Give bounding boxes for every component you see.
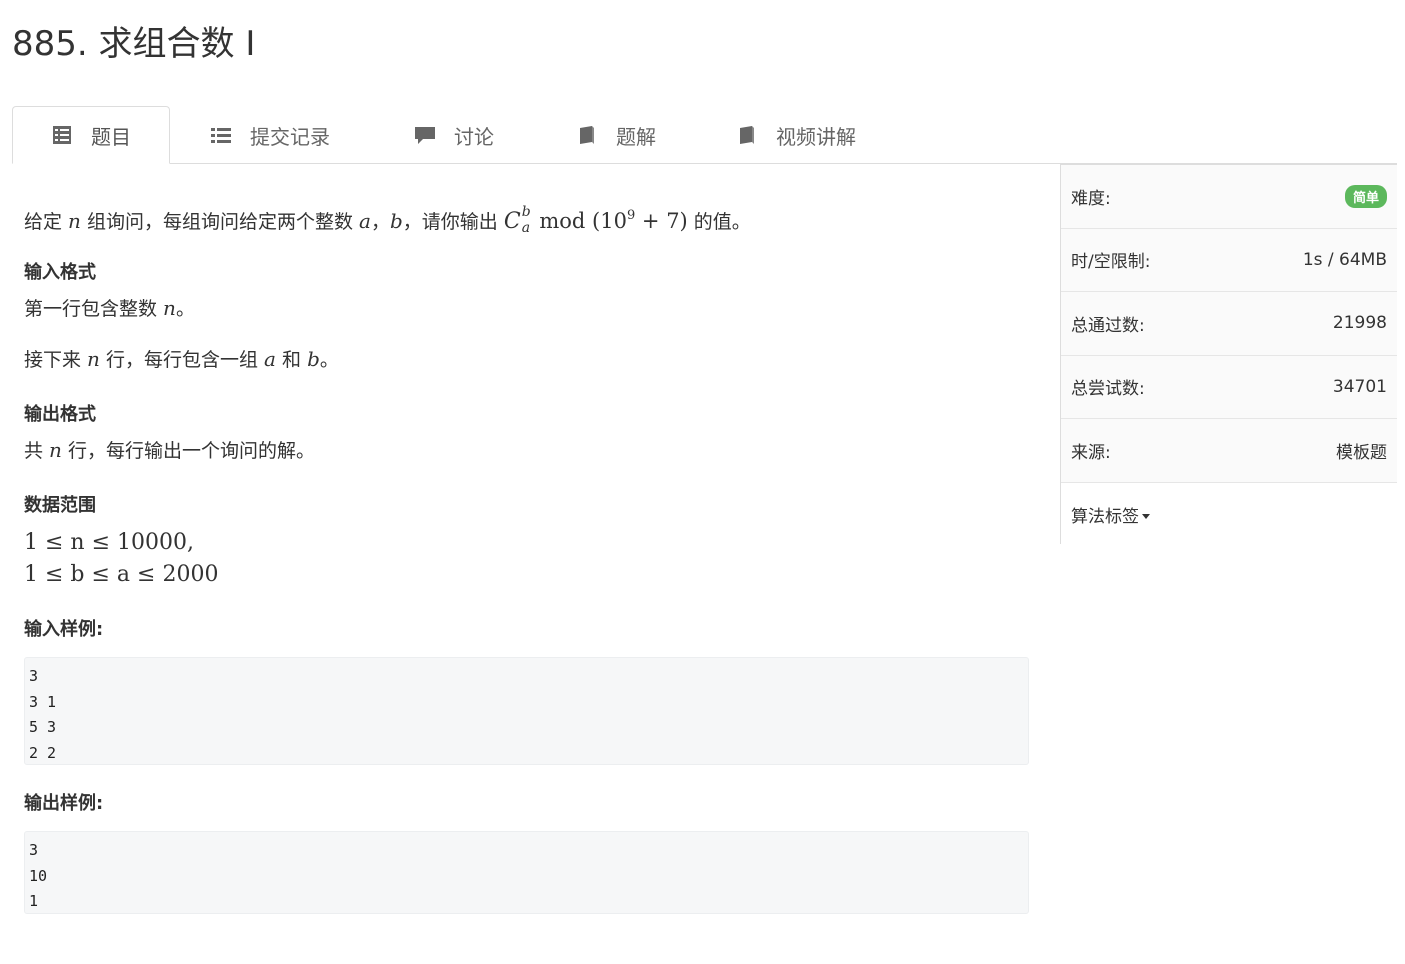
problem-info-panel: 难度: 简单 时/空限制: 1s / 64MB 总通过数: 21998 总尝试数… [1060, 164, 1397, 546]
input-line-2: 接下来 n 行，每行包含一组 a 和 b。 [24, 347, 339, 371]
limit-label: 时/空限制: [1071, 252, 1151, 273]
algorithm-tags-toggle[interactable]: 算法标签 [1061, 482, 1397, 546]
source-value: 模板题 [1336, 442, 1387, 463]
book-icon [580, 126, 594, 144]
range-line-1: 1 ≤ n ≤ 10000, [24, 530, 194, 555]
page-title: 885. 求组合数 I [12, 24, 256, 64]
tab-solutions[interactable]: 题解 [576, 106, 656, 164]
source-label: 来源: [1071, 442, 1111, 463]
difficulty-row: 难度: 简单 [1061, 165, 1397, 229]
source-row: 来源: 模板题 [1061, 419, 1397, 483]
sample-input-code[interactable]: 3 3 1 5 3 2 2 [24, 657, 1029, 765]
attempts-row: 总尝试数: 34701 [1061, 355, 1397, 419]
list-icon [211, 128, 231, 143]
data-range-heading: 数据范围 [24, 495, 96, 516]
input-format-heading: 输入格式 [24, 262, 96, 283]
sample-output-code[interactable]: 3 10 1 [24, 831, 1029, 914]
tags-label-wrap: 算法标签 [1071, 502, 1150, 527]
tab-discussion[interactable]: 讨论 [414, 106, 494, 164]
sample-output-heading: 输出样例: [24, 793, 104, 814]
limit-value: 1s / 64MB [1302, 249, 1387, 270]
comment-icon [415, 127, 435, 144]
range-line-2: 1 ≤ b ≤ a ≤ 2000 [24, 562, 219, 587]
tab-label: 提交记录 [250, 124, 330, 149]
input-line-1: 第一行包含整数 n。 [24, 296, 195, 320]
problem-tabs: 题目 提交记录 讨论 题解 视频讲解 [12, 106, 1397, 164]
output-format-heading: 输出格式 [24, 404, 96, 425]
tab-video[interactable]: 视频讲解 [736, 106, 856, 164]
attempts-label: 总尝试数: [1071, 379, 1145, 400]
tab-problem[interactable]: 题目 [12, 106, 170, 164]
attempts-value: 34701 [1332, 376, 1387, 397]
difficulty-badge: 简单 [1344, 184, 1387, 208]
caret-down-icon [1142, 514, 1150, 520]
book-icon [740, 126, 754, 144]
tab-label: 题目 [91, 124, 131, 149]
tab-label: 视频讲解 [776, 124, 856, 149]
accepted-value: 21998 [1332, 313, 1387, 334]
list-alt-icon [53, 126, 71, 144]
output-description: 共 n 行，每行输出一个询问的解。 [24, 438, 315, 462]
sample-input-heading: 输入样例: [24, 619, 104, 640]
difficulty-label: 难度: [1071, 188, 1111, 209]
tags-label: 算法标签 [1071, 506, 1139, 527]
accepted-row: 总通过数: 21998 [1061, 292, 1397, 356]
tab-submissions[interactable]: 提交记录 [210, 106, 330, 164]
tab-label: 题解 [616, 124, 656, 149]
tab-label: 讨论 [454, 124, 494, 149]
description: 给定 n 组询问，每组询问给定两个整数 a，b，请你输出 Cba mod (10… [24, 204, 751, 236]
accepted-label: 总通过数: [1071, 315, 1145, 336]
limit-row: 时/空限制: 1s / 64MB [1061, 228, 1397, 292]
